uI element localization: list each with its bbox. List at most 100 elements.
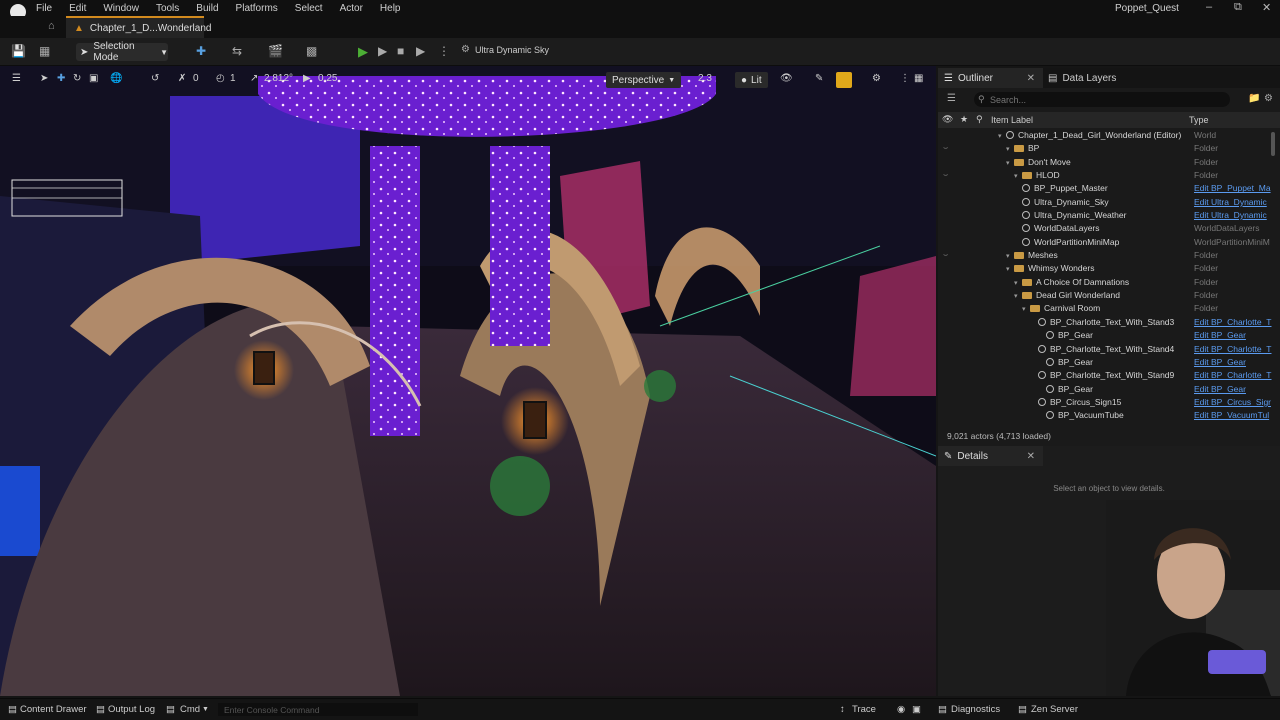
outliner-row[interactable]: Ultra_Dynamic_Sky Edit Ultra_Dynamic — [938, 196, 1280, 209]
menu-edit[interactable]: Edit — [69, 3, 86, 14]
select-tool-icon[interactable]: ➤ — [40, 73, 48, 84]
level-tab[interactable]: ▲ Chapter_1_D...Wonderland — [66, 16, 211, 38]
visibility-toggle-icon[interactable]: ⌣ — [943, 170, 948, 180]
close-window-icon[interactable]: ✕ — [1262, 1, 1271, 14]
cmd-dropdown[interactable]: Cmd — [180, 704, 200, 715]
tab-details[interactable]: ✎ Details ✕ — [938, 446, 1043, 466]
perspective-dropdown[interactable]: Perspective ▼ — [606, 72, 682, 88]
outliner-row[interactable]: BP_Circus_Sign15 Edit BP_Circus_Sigr — [938, 396, 1280, 409]
menu-platforms[interactable]: Platforms — [236, 3, 278, 14]
edit-blueprint-link[interactable]: Edit BP_Gear — [1194, 384, 1246, 394]
menu-help[interactable]: Help — [380, 3, 401, 14]
blueprint-icon[interactable]: ⇆ — [232, 44, 242, 58]
outliner-row[interactable]: BP_Gear Edit BP_Gear — [938, 356, 1280, 369]
fov-value[interactable]: 2.3 — [698, 73, 712, 84]
more-options-icon[interactable]: ⋮ — [438, 44, 450, 58]
outliner-row[interactable]: BP_Charlotte_Text_With_Stand3 Edit BP_Cha… — [938, 316, 1280, 329]
edit-blueprint-link[interactable]: Edit BP_Charlotte_T — [1194, 370, 1271, 380]
level-viewport[interactable] — [0, 66, 936, 696]
outliner-row[interactable]: ▾ A Choice Of Damnations Folder — [938, 276, 1280, 289]
outliner-row[interactable]: BP_VacuumTube Edit BP_VacuumTul — [938, 409, 1280, 422]
outliner-row[interactable]: ⌣ ▾ HLOD Folder — [938, 169, 1280, 182]
layout-icon[interactable]: ▦ — [914, 73, 923, 84]
diagnostics-button[interactable]: Diagnostics — [951, 704, 1000, 715]
expand-arrow-icon[interactable]: ▾ — [1022, 305, 1030, 313]
menu-file[interactable]: File — [36, 3, 52, 14]
tab-outliner[interactable]: ☰ Outliner ✕ — [938, 68, 1043, 88]
output-log-button[interactable]: Output Log — [108, 704, 155, 715]
outliner-row[interactable]: BP_Charlotte_Text_With_Stand9 Edit BP_Cha… — [938, 369, 1280, 382]
surface-snap-icon[interactable]: ↺ — [151, 73, 159, 84]
step-icon[interactable]: ▶ — [378, 44, 387, 58]
grid-snap-value[interactable]: 0 — [193, 73, 199, 84]
stop-icon[interactable]: ■ — [397, 44, 404, 58]
grid-snap-icon[interactable]: ✗ — [178, 73, 186, 84]
rotate-tool-icon[interactable]: ↻ — [73, 73, 81, 84]
menu-actor[interactable]: Actor — [340, 3, 363, 14]
save-icon[interactable]: 💾 — [11, 44, 26, 58]
filter-icon[interactable]: ☰ — [947, 93, 956, 104]
add-folder-icon[interactable]: 📁 — [1248, 93, 1260, 104]
edit-blueprint-link[interactable]: Edit BP_VacuumTul — [1194, 410, 1269, 420]
expand-arrow-icon[interactable]: ▾ — [1006, 265, 1014, 273]
outliner-scrollbar[interactable] — [1271, 132, 1275, 156]
outliner-row[interactable]: ▾ Whimsy Wonders Folder — [938, 262, 1280, 275]
item-label-header[interactable]: Item Label — [991, 115, 1033, 125]
visibility-toggle-icon[interactable]: ⌣ — [943, 143, 948, 153]
tab-data-layers[interactable]: ▤ Data Layers — [1048, 68, 1116, 88]
visibility-toggle-icon[interactable]: ⌣ — [943, 250, 948, 260]
outliner-row[interactable]: WorldPartitionMiniMap WorldPartitionMiniM — [938, 236, 1280, 249]
expand-arrow-icon[interactable]: ▾ — [1006, 159, 1014, 167]
edit-blueprint-link[interactable]: Edit BP_Puppet_Ma — [1194, 183, 1271, 193]
camera-speed-icon[interactable]: ▶ — [303, 73, 311, 84]
scalability-icon[interactable]: ✎ — [815, 73, 823, 84]
outliner-row[interactable]: ⌣ ▾ BP Folder — [938, 142, 1280, 155]
scale-tool-icon[interactable]: ▣ — [89, 73, 98, 84]
rotation-snap-icon[interactable]: ◴ — [216, 73, 225, 84]
expand-arrow-icon[interactable]: ▾ — [1006, 252, 1014, 260]
menu-tools[interactable]: Tools — [156, 3, 179, 14]
outliner-settings-icon[interactable]: ⚙ — [1264, 93, 1273, 104]
outliner-row[interactable]: ⌣ ▾ Meshes Folder — [938, 249, 1280, 262]
menu-window[interactable]: Window — [103, 3, 139, 14]
zen-server-button[interactable]: Zen Server — [1031, 704, 1078, 715]
screenshot-icon[interactable]: ▣ — [912, 704, 921, 715]
scale-snap-value[interactable]: 2.812° — [264, 73, 293, 84]
camera-speed-value[interactable]: 0.25 — [318, 73, 337, 84]
close-icon[interactable]: ✕ — [1027, 73, 1035, 84]
edit-blueprint-link[interactable]: Edit Ultra_Dynamic — [1194, 197, 1267, 207]
content-drawer-button[interactable]: Content Drawer — [20, 704, 87, 715]
rotation-snap-value[interactable]: 1 — [230, 73, 236, 84]
outliner-search-input[interactable] — [974, 92, 1230, 107]
outliner-row[interactable]: Ultra_Dynamic_Weather Edit Ultra_Dynamic — [938, 209, 1280, 222]
home-icon[interactable]: ⌂ — [48, 20, 55, 32]
ultra-dynamic-sky-label[interactable]: Ultra Dynamic Sky — [475, 45, 549, 55]
view-mode-dropdown[interactable]: ● Lit — [735, 72, 768, 88]
edit-blueprint-link[interactable]: Edit BP_Charlotte_T — [1194, 317, 1271, 327]
play-button[interactable]: ▶ — [358, 44, 368, 60]
outliner-row[interactable]: ▾ Dead Girl Wonderland Folder — [938, 289, 1280, 302]
selection-mode-dropdown[interactable]: ➤ Selection Mode ▼ — [76, 41, 168, 63]
world-space-icon[interactable]: 🌐 — [110, 73, 122, 84]
outliner-row[interactable]: ▾ Chapter_1_Dead_Girl_Wonderland (Editor)… — [938, 129, 1280, 142]
edit-blueprint-link[interactable]: Edit BP_Gear — [1194, 330, 1246, 340]
minimize-icon[interactable]: – — [1206, 1, 1212, 13]
launch-icon[interactable]: ▶ — [416, 44, 425, 58]
viewport-more-icon[interactable]: ⋮ — [900, 73, 910, 84]
menu-select[interactable]: Select — [295, 3, 323, 14]
outliner-row[interactable]: ▾ Don't Move Folder — [938, 156, 1280, 169]
scale-snap-icon[interactable]: ↗ — [250, 73, 258, 84]
viewport-settings-icon[interactable]: ⚙ — [872, 73, 881, 84]
trace-button[interactable]: Trace — [852, 704, 876, 715]
console-command-input[interactable]: Enter Console Command — [218, 703, 418, 716]
record-icon[interactable]: ◉ — [897, 704, 905, 715]
outliner-row[interactable]: ▾ Carnival Room Folder — [938, 302, 1280, 315]
content-browser-icon[interactable]: ▦ — [39, 44, 50, 58]
realtime-toggle-icon[interactable] — [836, 72, 852, 88]
viewport-menu-icon[interactable]: ☰ — [12, 73, 21, 84]
outliner-row[interactable]: BP_Gear Edit BP_Gear — [938, 329, 1280, 342]
translate-tool-icon[interactable]: ✚ — [57, 73, 65, 84]
expand-arrow-icon[interactable]: ▾ — [1006, 145, 1014, 153]
show-flags-icon[interactable]: 👁 — [780, 73, 793, 84]
type-header[interactable]: Type — [1189, 115, 1209, 125]
